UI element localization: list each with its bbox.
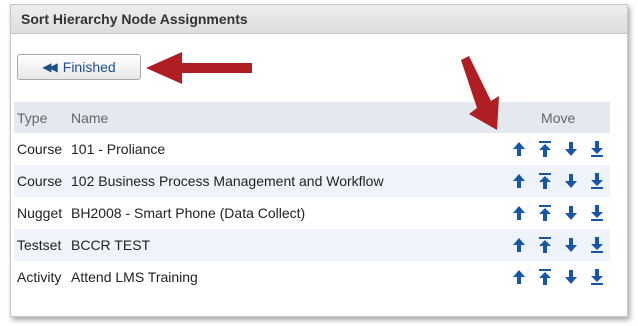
move-to-top-icon[interactable]	[532, 261, 558, 293]
table-row: Course 102 Business Process Management an…	[14, 165, 610, 197]
move-up-icon[interactable]	[506, 133, 532, 165]
move-to-bottom-icon[interactable]	[584, 133, 610, 165]
move-to-bottom-icon[interactable]	[584, 197, 610, 229]
row-name: 102 Business Process Management and Work…	[71, 173, 384, 189]
row-name: BH2008 - Smart Phone (Data Collect)	[71, 205, 306, 221]
finished-button[interactable]: ◀◀ Finished	[17, 54, 141, 80]
table-header-row: Type Name Move	[14, 102, 610, 133]
move-to-top-icon[interactable]	[532, 133, 558, 165]
annotation-arrow-down-right-icon	[461, 56, 499, 130]
move-up-icon[interactable]	[506, 197, 532, 229]
table-row: Testset BCCR TEST	[14, 229, 610, 261]
move-to-bottom-icon[interactable]	[584, 261, 610, 293]
move-to-bottom-icon[interactable]	[584, 165, 610, 197]
annotation-arrow-left-icon	[146, 52, 252, 84]
move-up-icon[interactable]	[506, 229, 532, 261]
move-down-icon[interactable]	[558, 261, 584, 293]
row-name: 101 - Proliance	[71, 141, 166, 157]
row-type: Course	[17, 141, 63, 157]
move-to-top-icon[interactable]	[532, 197, 558, 229]
move-to-top-icon[interactable]	[532, 229, 558, 261]
move-up-icon[interactable]	[506, 165, 532, 197]
table-row: Activity Attend LMS Training	[14, 261, 610, 293]
panel-title: Sort Hierarchy Node Assignments	[11, 5, 627, 34]
hierarchy-table: Type Name Move Course 101 - Proliance Cour…	[14, 102, 610, 293]
move-down-icon[interactable]	[558, 229, 584, 261]
move-down-icon[interactable]	[558, 197, 584, 229]
finished-button-label: Finished	[62, 59, 116, 75]
column-header-name: Name	[71, 109, 109, 126]
row-type: Course	[17, 173, 63, 189]
row-type: Activity	[17, 269, 62, 285]
column-header-move: Move	[541, 109, 576, 126]
double-chevron-left-icon: ◀◀	[42, 60, 58, 74]
row-name: BCCR TEST	[71, 237, 151, 253]
move-down-icon[interactable]	[558, 133, 584, 165]
move-up-icon[interactable]	[506, 261, 532, 293]
table-row: Course 101 - Proliance	[14, 133, 610, 165]
row-type: Testset	[17, 237, 62, 253]
row-name: Attend LMS Training	[71, 269, 198, 285]
column-header-type: Type	[17, 109, 48, 126]
move-to-bottom-icon[interactable]	[584, 229, 610, 261]
move-to-top-icon[interactable]	[532, 165, 558, 197]
move-down-icon[interactable]	[558, 165, 584, 197]
table-row: Nugget BH2008 - Smart Phone (Data Collect…	[14, 197, 610, 229]
row-type: Nugget	[17, 205, 63, 221]
